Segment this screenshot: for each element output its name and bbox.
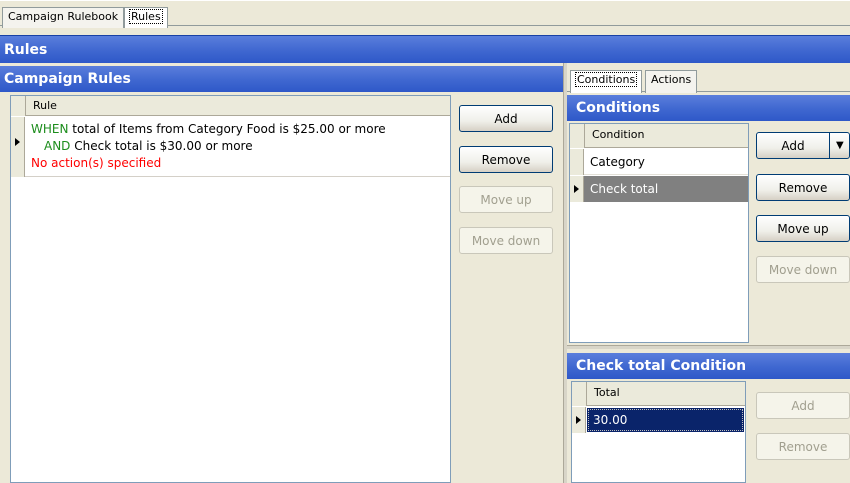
row-selector[interactable]: [570, 149, 584, 175]
right-tab-strip: Conditions Actions: [567, 66, 850, 93]
when-keyword: WHEN: [31, 122, 69, 136]
vertical-splitter[interactable]: [563, 63, 567, 483]
add-condition-button[interactable]: Add: [756, 132, 830, 159]
when-condition: total of Items from Category Food is $25…: [68, 122, 386, 136]
condition-label: Check total: [590, 182, 659, 196]
add-rule-button[interactable]: Add: [459, 105, 553, 132]
current-row-icon: [576, 416, 581, 424]
check-total-header: Check total Condition: [567, 353, 850, 379]
row-selector-header: [570, 124, 585, 148]
total-column-header[interactable]: Total: [594, 382, 620, 402]
add-condition-split-button[interactable]: Add ▼: [756, 132, 850, 159]
tab-label: Campaign Rulebook: [8, 10, 119, 23]
no-action-text: No action(s) specified: [31, 156, 162, 170]
table-row[interactable]: WHEN total of Items from Category Food i…: [11, 117, 450, 177]
current-row-icon: [574, 185, 579, 193]
condition-label: Category: [590, 155, 645, 169]
tab-rules[interactable]: Rules: [124, 7, 168, 28]
row-selector-header: [11, 96, 26, 116]
move-up-condition-button[interactable]: Move up: [756, 215, 850, 242]
document-tab-strip: Campaign Rulebook Rules: [0, 0, 850, 28]
table-row[interactable]: 30.00: [572, 407, 745, 433]
tab-label: Actions: [651, 73, 692, 86]
current-row-icon: [15, 138, 20, 146]
page-title-bar: Rules: [0, 35, 850, 63]
chevron-down-icon[interactable]: ▼: [829, 132, 850, 159]
condition-column-header[interactable]: Condition: [592, 124, 645, 144]
tab-label: Rules: [129, 9, 163, 24]
add-total-button[interactable]: Add: [756, 392, 850, 419]
conditions-title: Conditions: [576, 100, 661, 116]
rules-grid-header: Rule: [11, 96, 450, 116]
horizontal-splitter[interactable]: [567, 345, 850, 349]
conditions-grid-header: Condition: [570, 124, 748, 148]
page-title: Rules: [4, 41, 48, 58]
and-keyword: AND: [44, 139, 71, 153]
conditions-grid[interactable]: Condition Category Check total: [569, 123, 749, 343]
campaign-rules-header: Campaign Rules: [0, 66, 563, 92]
move-down-rule-button[interactable]: Move down: [459, 227, 553, 254]
rules-grid[interactable]: Rule WHEN total of Items from Category F…: [10, 95, 451, 483]
rule-column-header[interactable]: Rule: [33, 96, 57, 116]
table-row[interactable]: Category: [570, 149, 748, 175]
tab-campaign-rulebook[interactable]: Campaign Rulebook: [2, 7, 125, 28]
row-selector-header: [572, 382, 587, 406]
table-row-selected[interactable]: Check total: [570, 176, 748, 202]
remove-condition-button[interactable]: Remove: [756, 174, 850, 201]
campaign-rules-title: Campaign Rules: [4, 71, 131, 87]
move-up-rule-button[interactable]: Move up: [459, 186, 553, 213]
tab-actions[interactable]: Actions: [645, 70, 698, 93]
check-total-grid[interactable]: Total 30.00: [571, 381, 746, 483]
move-down-condition-button[interactable]: Move down: [756, 256, 850, 283]
rule-text: WHEN total of Items from Category Food i…: [31, 121, 386, 172]
total-value-cell[interactable]: 30.00: [587, 408, 744, 432]
tab-label: Conditions: [574, 72, 638, 87]
remove-rule-button[interactable]: Remove: [459, 146, 553, 173]
row-selector[interactable]: [570, 176, 584, 202]
row-selector[interactable]: [11, 117, 25, 177]
row-selector[interactable]: [572, 407, 586, 433]
remove-total-button[interactable]: Remove: [756, 433, 850, 460]
and-condition: Check total is $30.00 or more: [70, 139, 253, 153]
conditions-header: Conditions: [567, 95, 850, 121]
check-total-grid-header: Total: [572, 382, 745, 406]
tab-conditions[interactable]: Conditions: [570, 70, 643, 93]
check-total-title: Check total Condition: [576, 358, 747, 374]
